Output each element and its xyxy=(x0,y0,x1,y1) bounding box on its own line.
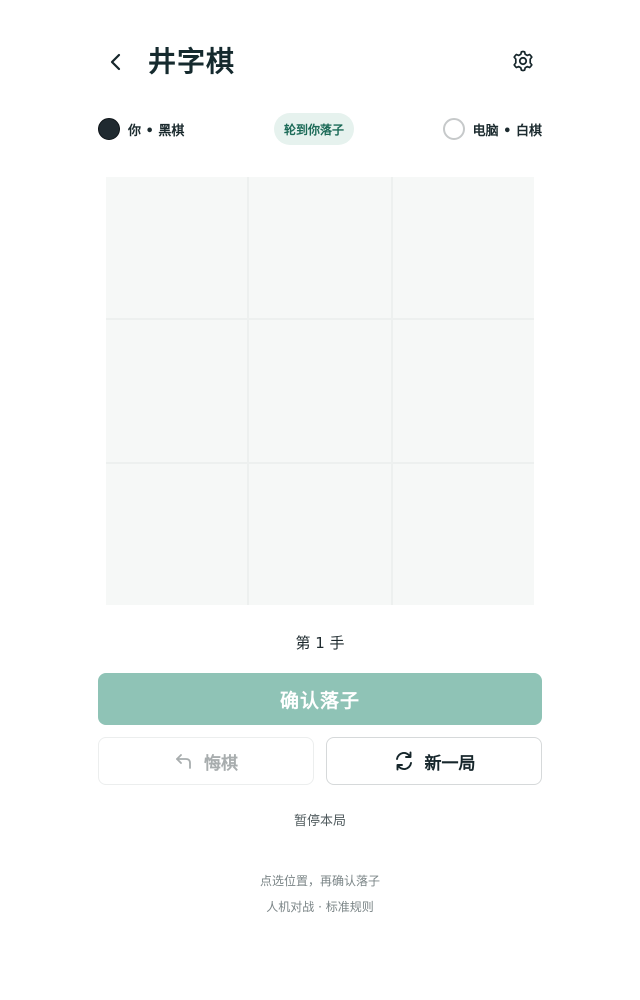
undo-button[interactable]: 悔棋 xyxy=(98,737,314,785)
page-title: 井字棋 xyxy=(148,45,236,78)
board-cell-7[interactable] xyxy=(106,463,248,605)
black-stone-icon xyxy=(98,118,120,140)
app-header: 井字棋 xyxy=(98,38,542,86)
game-board xyxy=(106,177,534,605)
turn-badge: 轮到你落子 xyxy=(274,113,355,145)
player-human-label: 你 • 黑棋 xyxy=(128,123,185,139)
board-cell-8[interactable] xyxy=(249,463,391,605)
board-cell-3[interactable] xyxy=(392,177,534,319)
confirm-move-button[interactable]: 确认落子 xyxy=(98,673,542,725)
white-stone-icon xyxy=(442,118,465,140)
move-counter: 第 1 手 xyxy=(295,634,345,652)
board-cell-6[interactable] xyxy=(392,320,534,462)
chevron-left-icon xyxy=(110,53,121,71)
game-mode-label: 人机对战 · 标准规则 xyxy=(266,900,374,914)
board-cell-9[interactable] xyxy=(392,463,534,605)
player-computer-label: 电脑 • 白棋 xyxy=(472,123,542,139)
player-human: 你 • 黑棋 xyxy=(98,112,184,146)
board-cell-2[interactable] xyxy=(249,177,391,319)
secondary-actions: 悔棋 新一局 xyxy=(98,737,542,785)
gear-icon xyxy=(513,50,533,72)
player-computer: 电脑 • 白棋 xyxy=(442,112,542,146)
refresh-icon xyxy=(395,751,412,771)
undo-label: 悔棋 xyxy=(204,753,238,774)
settings-button[interactable] xyxy=(510,48,536,74)
back-button[interactable] xyxy=(104,50,128,74)
board-cell-4[interactable] xyxy=(106,320,248,462)
undo-arrow-icon xyxy=(176,754,191,769)
new-game-button[interactable]: 新一局 xyxy=(326,737,542,785)
board-cell-5[interactable] xyxy=(249,320,391,462)
new-game-label: 新一局 xyxy=(424,753,476,774)
player-bar: 你 • 黑棋 轮到你落子 电脑 • 白棋 xyxy=(98,112,542,146)
board-cell-1[interactable] xyxy=(106,177,248,319)
instruction-hint: 点选位置，再确认落子 xyxy=(259,874,380,888)
pause-game-link[interactable]: 暂停本局 xyxy=(0,810,640,829)
